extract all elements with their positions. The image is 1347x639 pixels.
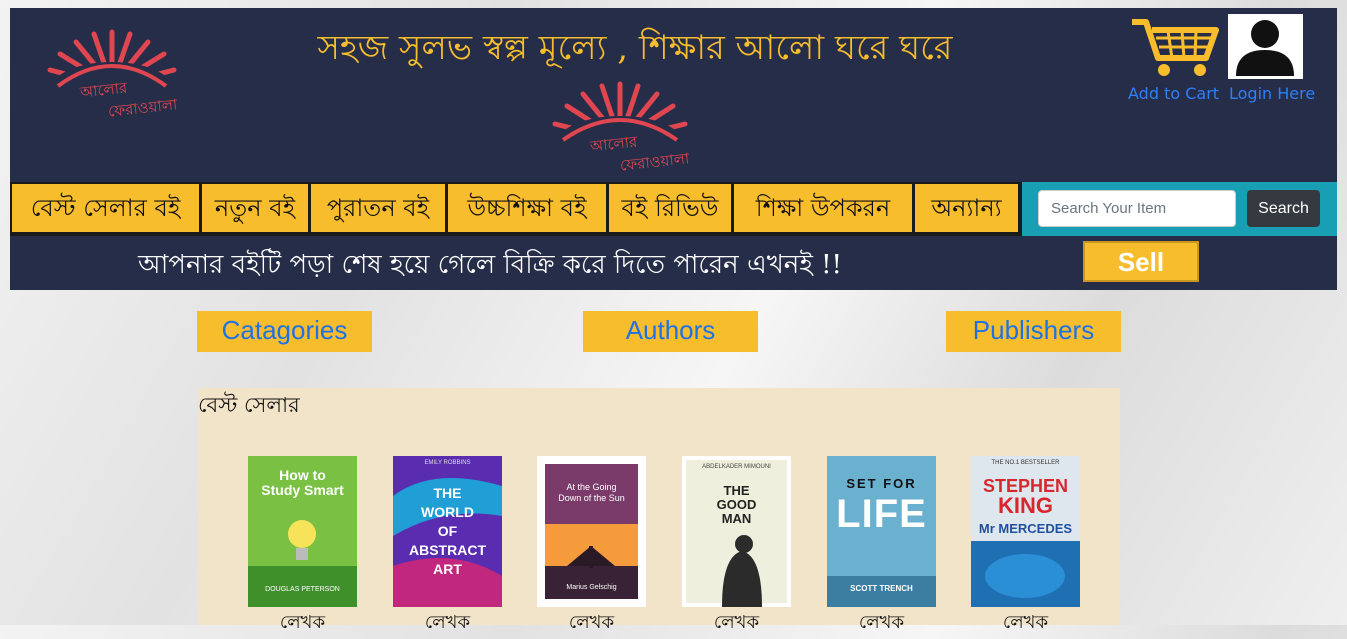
book-cover-author: SCOTT TRENCH [850, 584, 913, 593]
book-author-label: লেখক [858, 612, 905, 633]
section-title: বেস্ট সেলার [198, 393, 300, 417]
book-author-label: লেখক [568, 612, 615, 633]
book-author-label: লেখক [1002, 612, 1049, 633]
book-author-label: লেখক [713, 612, 760, 633]
book-cover[interactable]: THE GOOD MAN ABDELKADER MIMOUNI [682, 456, 791, 607]
book-cover-author: ABDELKADER MIMOUNI [702, 464, 771, 470]
book-cover-title: At the Going Down of the Sun [558, 482, 625, 503]
book-cover[interactable]: SET FOR LIFE SCOTT TRENCH [827, 456, 936, 607]
main-nav: বেস্ট সেলার বই নতুন বই পুরাতন বই উচ্চশিক… [10, 182, 1337, 236]
add-to-cart-link[interactable]: Add to Cart [1128, 84, 1219, 103]
book-cover[interactable]: At the Going Down of the Sun Marius Gelsc… [537, 456, 646, 607]
sell-button[interactable]: Sell [1083, 241, 1199, 282]
search-button[interactable]: Search [1247, 190, 1320, 227]
book-cover-author: THE NO.1 BESTSELLER [991, 460, 1060, 466]
nav-item-education-supplies[interactable]: শিক্ষা উপকরন [734, 184, 912, 232]
user-avatar-icon[interactable] [1228, 14, 1303, 79]
tab-authors[interactable]: Authors [583, 311, 758, 352]
book-cover-author: DOUGLAS PETERSON [265, 586, 340, 593]
center-logo: আলোর ফেরাওয়ালা [545, 78, 695, 180]
nav-item-higher-education[interactable]: উচ্চশিক্ষা বই [448, 184, 606, 232]
nav-item-new-books[interactable]: নতুন বই [202, 184, 308, 232]
tab-publishers[interactable]: Publishers [946, 311, 1121, 352]
tab-categories[interactable]: Catagories [197, 311, 372, 352]
login-link[interactable]: Login Here [1229, 84, 1315, 103]
book-cover[interactable]: THE WORLD OF ABSTRACT ART EMILY ROBBINS [393, 456, 502, 607]
book-cover-title: SET FOR LIFE [836, 476, 927, 536]
search-area: Search [1022, 182, 1337, 236]
nav-item-bestseller[interactable]: বেস্ট সেলার বই [12, 184, 199, 232]
book-cover-author: Marius Gelschig [566, 584, 617, 591]
book-author-label: লেখক [424, 612, 471, 633]
site-tagline: সহজ সুলভ স্বল্প মূল্যে , শিক্ষার আলো ঘরে… [317, 28, 953, 68]
book-cover-title: How to Study Smart [261, 467, 344, 498]
book-author-label: লেখক [279, 612, 326, 633]
search-input[interactable] [1038, 190, 1236, 227]
nav-item-others[interactable]: অন্যান্য [915, 184, 1018, 232]
book-cover-title: STEPHEN KING Mr MERCEDES [978, 476, 1073, 536]
nav-item-old-books[interactable]: পুরাতন বই [311, 184, 445, 232]
cart-icon[interactable] [1130, 14, 1220, 79]
book-cover[interactable]: THE NO.1 BESTSELLER STEPHEN KING Mr MERCED… [971, 456, 1080, 607]
nav-item-book-review[interactable]: বই রিভিউ [609, 184, 731, 232]
book-cover-author: EMILY ROBBINS [424, 460, 471, 466]
site-header: সহজ সুলভ স্বল্প মূল্যে , শিক্ষার আলো ঘরে… [10, 8, 1337, 182]
sell-message: আপনার বইটি পড়া শেষ হয়ে গেলে বিক্রি করে… [137, 250, 843, 280]
brand-logo[interactable]: আলোর ফেরাওয়ালা [40, 26, 185, 126]
book-cover[interactable]: How to Study Smart DOUGLAS PETERSON [248, 456, 357, 607]
sell-banner: আপনার বইটি পড়া শেষ হয়ে গেলে বিক্রি করে… [10, 236, 1337, 290]
book-cover-title: THE WORLD OF ABSTRACT ART [409, 485, 486, 577]
category-menu: বেস্ট সেলার বই নতুন বই পুরাতন বই উচ্চশিক… [10, 182, 1022, 236]
book-cover-title: THE GOOD MAN [716, 483, 757, 526]
bestseller-section: বেস্ট সেলার How to Study Smart DOUGLAS PE… [198, 388, 1120, 633]
